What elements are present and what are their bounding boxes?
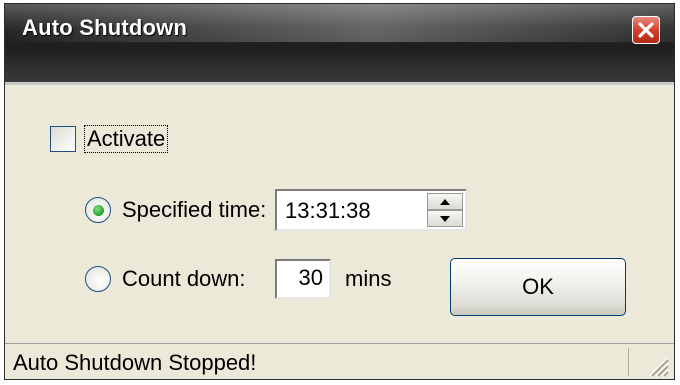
chevron-down-icon [440, 215, 450, 222]
specified-time-radio[interactable] [85, 197, 111, 223]
time-increment-button[interactable] [427, 193, 463, 210]
ok-button[interactable]: OK [450, 258, 626, 316]
radio-selected-dot [92, 204, 104, 216]
count-down-minutes-input[interactable]: 30 [275, 259, 331, 299]
resize-grip-icon[interactable] [644, 352, 670, 378]
auto-shutdown-window: Auto Shutdown Activate Specified time: 1… [4, 3, 675, 380]
count-down-label[interactable]: Count down: [122, 266, 246, 292]
specified-time-label[interactable]: Specified time: [122, 197, 266, 223]
status-text: Auto Shutdown Stopped! [13, 350, 257, 375]
dialog-body: Activate Specified time: 13:31:38 Count … [5, 82, 674, 379]
minutes-unit-label: mins [345, 266, 392, 291]
status-bar: Auto Shutdown Stopped! [5, 343, 674, 379]
time-value[interactable]: 13:31:38 [285, 198, 371, 224]
time-spinner[interactable]: 13:31:38 [275, 189, 467, 231]
activate-row: Activate [50, 125, 169, 153]
time-spin-buttons [427, 193, 463, 227]
close-icon [638, 22, 654, 38]
window-title: Auto Shutdown [22, 15, 188, 40]
status-divider [628, 348, 629, 376]
activate-label[interactable]: Activate [84, 125, 169, 153]
close-button[interactable] [632, 16, 660, 44]
chevron-up-icon [440, 198, 450, 205]
time-decrement-button[interactable] [427, 210, 463, 227]
activate-checkbox[interactable] [50, 126, 76, 152]
count-down-radio[interactable] [85, 266, 111, 292]
title-bar[interactable]: Auto Shutdown [5, 4, 674, 82]
